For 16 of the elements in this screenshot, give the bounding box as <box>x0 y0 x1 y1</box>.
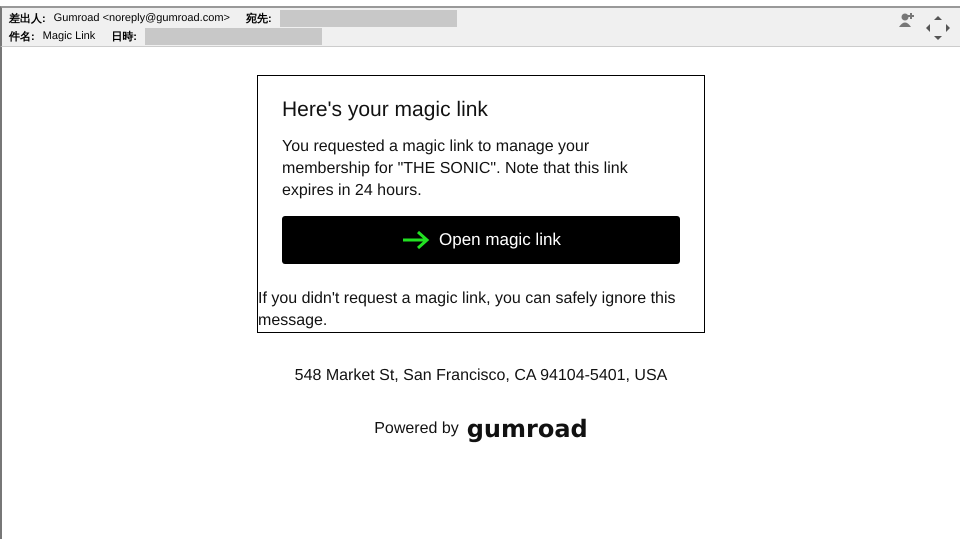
open-magic-link-button[interactable]: Open magic link <box>282 216 680 264</box>
ignore-note: If you didn't request a magic link, you can safely ignore this message. <box>258 289 676 331</box>
navigation-arrows-icon[interactable] <box>925 14 951 42</box>
brand-logo: gumroad <box>466 415 588 443</box>
email-message: You requested a magic link to manage your membership for "THE SONIC". Note that this link expires in 24 hours. <box>282 137 629 201</box>
to-label: 宛先: <box>246 12 272 26</box>
sender-address: Gumroad <noreply@gumroad.com> <box>54 12 230 24</box>
date-label: 日時: <box>111 30 137 44</box>
powered-by-text: Powered by <box>374 420 459 438</box>
arrow-icon <box>401 230 432 250</box>
subject-label: 件名: <box>9 30 35 44</box>
subject-text: Magic Link <box>42 30 96 42</box>
email-heading: Here's your magic link <box>282 98 489 122</box>
postal-address: 548 Market St, San Francisco, CA 94104-5401, USA <box>294 367 668 385</box>
from-label: 差出人: <box>9 12 46 26</box>
add-contact-icon[interactable] <box>898 12 916 28</box>
